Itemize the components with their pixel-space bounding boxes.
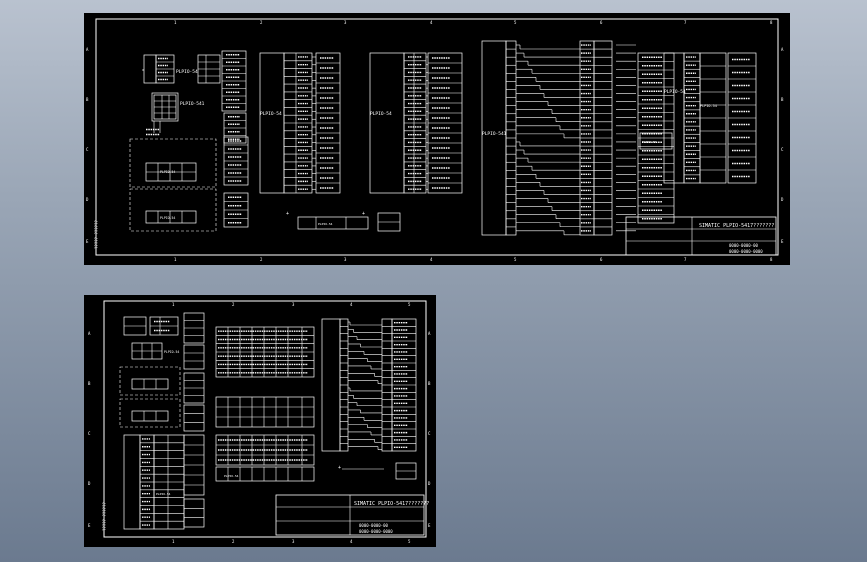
schematic-bottom: 1122334455A AB BC CD DE E PLPIO-54PLPIO-54PLP… (88, 300, 431, 544)
drawing-number-2: 0000-0000-0000 (359, 529, 393, 534)
grid-labels: 1 1 2 2 3 3 4 4 5 5 6 6 7 7 8 8 A A B B C C D D E E (86, 20, 784, 262)
grid-letter: E (428, 523, 431, 528)
drawing-number-1: 0000-0000-00 (359, 523, 388, 528)
terminal-mark: + (338, 465, 341, 471)
sheet-border (95, 18, 779, 256)
schematic-top: 1122334455667788A AB BC CD DE E PLPIO-54PLPIO… (86, 18, 784, 262)
grid-number: 3 (344, 257, 347, 262)
grid-labels: 1 1 2 2 3 3 4 4 5 5 A A B B C C D D E E (88, 302, 431, 544)
grid-number: 2 (260, 20, 263, 25)
title-text: SIMATIC PLPIO-5417??????? (354, 501, 429, 507)
grid-letter: A (86, 47, 89, 52)
grid-number: 3 (292, 302, 295, 307)
drawing-number-1: 0000-0000-00 (729, 243, 758, 248)
grid-letter: D (86, 197, 89, 202)
grid-letter: E (88, 523, 91, 528)
title-text: SIMATIC PLPIO-5417??????? (699, 223, 774, 229)
grid-letter: D (428, 481, 431, 486)
drawing-sheet-top: 1122334455667788AABBCCDDEE PLPIO-54 PLPIO… (84, 13, 790, 265)
block-outline (143, 54, 157, 84)
grid-number: 5 (408, 302, 411, 307)
title-block: SIMATIC PLPIO-5417??????? 0000-0000-00 0… (275, 494, 429, 536)
grid-letter: E (781, 239, 784, 244)
module-label: PLPIO-541 (482, 131, 507, 137)
terminal-mark: V (142, 68, 144, 72)
block-outline (297, 216, 369, 230)
breaker-label: PLPIO-54 (160, 170, 175, 174)
grid-letter: E (86, 239, 89, 244)
grid-number: 1 (172, 302, 175, 307)
module-label: PLPIO-541 (180, 101, 205, 107)
block-outline (183, 344, 205, 370)
module-label: PLPIO-54 (164, 350, 179, 354)
block-outline (131, 378, 169, 390)
dashed-enclosure (119, 366, 181, 396)
drawing-number-2: 0000-0000-0000 (729, 249, 763, 254)
grid-number: 7 (684, 257, 687, 262)
grid-number: 8 (770, 257, 773, 262)
component-label: PLPIO-54 (700, 104, 717, 108)
grid-number: 5 (514, 20, 517, 25)
block-outline (131, 410, 169, 422)
grid-letter: A (781, 47, 784, 52)
side-note: ????? ?????? (102, 502, 107, 531)
grid-number: 7 (684, 20, 687, 25)
grid-number: 4 (350, 539, 353, 544)
grid-letter: B (428, 381, 431, 386)
grid-letter: C (428, 431, 431, 436)
grid-letter: A (88, 331, 91, 336)
block-outline (183, 404, 205, 432)
terminal-mark: + (286, 211, 289, 217)
module-label: PLPIO-54 (370, 111, 392, 117)
grid-letter: B (88, 381, 91, 386)
grid-number: 2 (260, 257, 263, 262)
component-label: PLPIO-54 (224, 474, 239, 478)
block-outline (123, 434, 141, 530)
grid-number: 2 (232, 539, 235, 544)
grid-number: 3 (292, 539, 295, 544)
grid-letter: A (428, 331, 431, 336)
cad-viewport: 1122334455667788AABBCCDDEE PLPIO-54 PLPIO… (0, 0, 867, 562)
grid-letter: C (88, 431, 91, 436)
block-outline (321, 318, 341, 452)
block-outline (259, 52, 285, 194)
component-label: PLPIO-54 (156, 492, 171, 496)
module-label: PLPIO-54 (664, 89, 686, 95)
grid-letter: D (88, 481, 91, 486)
block-outline (481, 40, 507, 236)
component-label: PLPIO-54 (318, 222, 333, 226)
grid-number: 5 (514, 257, 517, 262)
module-label: PLPIO-54 (260, 111, 282, 117)
grid-number: 4 (430, 20, 433, 25)
grid-letter: C (86, 147, 89, 152)
grid-letter: B (781, 97, 784, 102)
grid-number: 5 (408, 539, 411, 544)
grid-letter: C (781, 147, 784, 152)
dashed-enclosure (129, 188, 217, 232)
drawing-sheet-bottom: 1122334455AABBCCDDEE PLPIO-54 PLPIO-54 PLP… (84, 295, 436, 547)
grid-number: 2 (232, 302, 235, 307)
grid-number: 4 (430, 257, 433, 262)
component-label: PLPIO-54 (642, 140, 657, 144)
grid-number: 1 (174, 257, 177, 262)
breaker-label: PLPIO-54 (160, 216, 175, 220)
grid-number: 8 (770, 20, 773, 25)
block-outline (183, 498, 205, 528)
grid-letter: D (781, 197, 784, 202)
block-outline (369, 52, 405, 194)
side-note: ????? ?????? (94, 220, 99, 249)
block-outline (215, 396, 315, 428)
grid-letter: B (86, 97, 89, 102)
grid-number: 3 (344, 20, 347, 25)
grid-number: 6 (600, 20, 603, 25)
grid-number: 4 (350, 302, 353, 307)
grid-number: 1 (174, 20, 177, 25)
grid-number: 1 (172, 539, 175, 544)
terminal-mark: + (362, 211, 365, 217)
schematic-shapes: PLPIO-54 PLPIO-54 PLPIO-54 + (119, 312, 417, 530)
schematic-shapes: PLPIO-54 PLPIO-541 V PLPIO-54 PLPIO-54 PLPIO-… (129, 40, 757, 236)
grid-number: 6 (600, 257, 603, 262)
module-label: PLPIO-54 (176, 69, 198, 75)
dashed-enclosure (119, 398, 181, 428)
